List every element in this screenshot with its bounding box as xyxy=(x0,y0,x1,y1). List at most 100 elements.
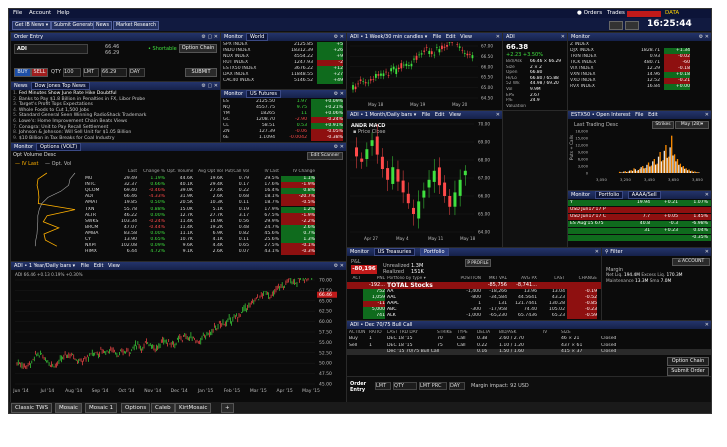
portfolio-total-row[interactable]: -192... TOTAL Stocks -85,756 -8,741... xyxy=(347,282,601,289)
tab-options[interactable]: Options xyxy=(121,403,151,413)
option-row[interactable]: INTC 32.37 0.66% 40.1K 29.4K 0.17 17.6% -1.9% xyxy=(85,182,346,189)
profile-button[interactable]: P PROFILE xyxy=(465,259,491,267)
column-header[interactable]: Put/Call Vol xyxy=(225,169,249,174)
tab-us-futures[interactable]: US Futures xyxy=(246,90,281,98)
symbol-input[interactable]: ADI xyxy=(14,44,88,54)
menu-file[interactable]: File xyxy=(635,112,643,118)
option-row[interactable]: NXPI 102.08 0.09% 9.6K 4.4K 0.65 27.5% -0.1% xyxy=(85,243,346,250)
menu-view[interactable]: View xyxy=(449,112,461,118)
combo-leg-row[interactable]: Dec '15 70/75 Bull Call 0.16 1.50 / 1.60 41… xyxy=(347,349,711,355)
menu-edit[interactable]: Edit xyxy=(94,263,104,269)
tab-us-treasuries[interactable]: US Treasuries xyxy=(373,248,416,256)
portfolio-small-row[interactable]: USD Jun17'17 C 7.7 +0.05 1.45% xyxy=(568,214,711,220)
tab-classic-tws[interactable]: Classic TWS xyxy=(11,403,53,413)
week-chart[interactable]: 67.00 66.50 66.00 65.50 65.00 64.50 May 18 May … xyxy=(347,42,502,110)
submit-order-button[interactable]: Submit Order xyxy=(667,367,709,376)
ib-news-button[interactable]: Get IB News ▾ xyxy=(12,21,52,30)
option-chain-button[interactable]: Option Chain xyxy=(667,357,709,366)
option-row[interactable]: MU 29.49 1.19% 44.6K 19.6K 0.79 29.5% 1.1% xyxy=(85,176,346,182)
order-qty[interactable]: QTY xyxy=(393,382,417,390)
portfolio-small-row[interactable]: USD Jun17'17 P xyxy=(568,207,711,213)
watchlist-row[interactable]: CAC40 INDEX 5146.52 +49 xyxy=(223,78,344,84)
sell-button[interactable]: SELL xyxy=(31,68,48,77)
option-row[interactable]: QCOM 69.40 -0.46% 39.0K 27.4K 0.22 16.4% 0.8% xyxy=(85,188,346,195)
data-link[interactable]: DATA xyxy=(665,9,679,18)
futures-row[interactable]: 6E 1.1094 -0.0042 -0.38% xyxy=(223,135,344,141)
position-row[interactable]: 741 ALK -1,000 -65,230 65.7436 65.23 -0.59 xyxy=(347,313,601,319)
account-icon[interactable] xyxy=(609,21,623,30)
portfolio-small-row[interactable]: Y 19.94 +0.21 1.07% xyxy=(568,200,711,206)
column-header[interactable]: MKT VAL xyxy=(483,276,507,281)
buy-button[interactable]: BUY xyxy=(14,68,31,77)
orders-link[interactable]: ● Orders xyxy=(577,9,602,18)
combo-leg-row[interactable]: Sell 1 DEC 18 '15 75 Call 0.22 1.10 / 1.20 437 … xyxy=(347,343,711,349)
trades-link[interactable]: Trades xyxy=(607,9,625,18)
menu-view[interactable]: View xyxy=(108,263,120,269)
option-row[interactable]: AMBA 83.58 0.00% 11.1K 6.9K 0.82 45.6% 0.7% xyxy=(85,230,346,237)
column-header[interactable]: Portfolio by type ▾ xyxy=(387,276,453,281)
portfolio-small-row[interactable]: 31 +0.23 0.04% xyxy=(568,228,711,234)
menu-file[interactable]: File xyxy=(433,34,441,40)
tab-add[interactable]: + xyxy=(221,403,234,413)
order-tif[interactable]: DAY xyxy=(449,382,465,390)
tab-caleb[interactable]: Caleb xyxy=(151,403,175,413)
news-button[interactable]: News xyxy=(93,21,112,30)
option-row[interactable]: HIMX 6.44 4.72% 9.1K 2.6K 0.07 43.1% -0.3% xyxy=(85,249,346,256)
option-row[interactable]: TXN 55.78 0.88% 15.0K 5.1K 0.19 17.9% 1.2% xyxy=(85,206,346,213)
column-header[interactable]: LAST xyxy=(539,276,565,281)
column-header[interactable]: Last xyxy=(111,169,137,174)
tab-mosaic-1[interactable]: Mosaic 1 xyxy=(85,403,118,413)
tab-dow-jones[interactable]: Dow Jones Top News xyxy=(30,82,90,90)
portfolio-small-row[interactable]: ES Aug'15 675 40.8 -0.3 -6.98% xyxy=(568,221,711,227)
tif-select[interactable]: DAY xyxy=(129,68,145,77)
column-header[interactable]: ACT xyxy=(349,276,362,281)
menu-help[interactable]: Help xyxy=(57,9,70,18)
menu-view[interactable]: View xyxy=(460,34,472,40)
option-chain-button[interactable]: Option Chain xyxy=(179,44,217,53)
account-button[interactable]: ⌂ ACCOUNT xyxy=(672,258,710,266)
tab-aaaa-sell[interactable]: AAAA/Sell xyxy=(627,191,661,199)
column-header[interactable]: Change % xyxy=(139,169,165,174)
year-chart[interactable]: 70.0067.5065.0062.5060.0057.5055.0052.50… xyxy=(11,278,346,402)
lock-icon[interactable] xyxy=(625,21,639,30)
portfolio-small-row[interactable]: -0.35% xyxy=(568,235,711,241)
menu-edit[interactable]: Edit xyxy=(435,112,445,118)
order-type-select[interactable]: LMT xyxy=(83,68,99,77)
menu-edit[interactable]: Edit xyxy=(648,112,658,118)
tab-options-volt[interactable]: Options (VOLT) xyxy=(36,143,82,151)
menu-file[interactable]: File xyxy=(422,112,430,118)
tab-kirtmosaic[interactable]: KirtMosaic xyxy=(175,403,212,413)
menu-edit[interactable]: Edit xyxy=(446,34,456,40)
tab-portfolio[interactable]: Portfolio xyxy=(419,248,449,256)
column-header[interactable]: POSITION xyxy=(455,276,481,281)
menu-file[interactable]: File xyxy=(81,263,89,269)
column-header[interactable]: AVG PX xyxy=(509,276,537,281)
combo-leg-row[interactable]: Buy 1 DEC 18 '15 70 Call 0.38 2.60 / 2.70 46 × … xyxy=(347,336,711,342)
month-chart[interactable]: 70.00 69.00 68.00 67.00 66.00 65.00 64.00 Apr 2… xyxy=(347,120,502,247)
option-row[interactable]: SWKS 103.34 -0.24% 11.4K 14.9K 0.56 29.9% -2.2% xyxy=(85,218,346,225)
column-header[interactable]: IV Last xyxy=(251,169,279,174)
tab-portfolio[interactable]: Portfolio xyxy=(594,191,624,199)
qty-input[interactable]: 100 xyxy=(63,68,81,77)
order-price[interactable]: LMT PRC xyxy=(419,382,447,390)
option-row[interactable]: ALTR 46.22 0.00% 12.7K 27.7K 3.17 67.5% -1.9% xyxy=(85,212,346,219)
order-type[interactable]: LMT xyxy=(375,382,391,390)
edit-scanner-button[interactable]: Edit Scanner xyxy=(307,152,343,160)
menu-account[interactable]: Account xyxy=(29,9,51,18)
submit-button[interactable]: SUBMIT xyxy=(185,68,217,77)
column-header[interactable]: IV Change xyxy=(281,169,315,174)
tab-world[interactable]: World xyxy=(246,33,269,41)
column-header[interactable]: CHANGE xyxy=(567,276,597,281)
price-input[interactable]: 66.29 xyxy=(101,68,127,77)
option-row[interactable]: ADI 66.46 -4.33% 31.9K 2.6K 0.68 18.1% -20.7% xyxy=(85,194,346,201)
market-research-button[interactable]: Market Research xyxy=(113,21,160,30)
option-row[interactable]: CY 13.90 0.65% 10.7K 4.1K 0.11 25.6% 1.3% xyxy=(85,237,346,243)
column-header[interactable]: Opt. Volume xyxy=(167,169,193,174)
watchlist-row[interactable]: RVX INDEX 16.84 +0.00 xyxy=(570,84,709,90)
column-header[interactable]: Avg Opt Vol xyxy=(195,169,223,174)
option-row[interactable]: BRCM 47.07 -0.44% 11.4K 19.2K 0.48 24.7% 2.6% xyxy=(85,224,346,231)
menu-file[interactable]: File xyxy=(13,9,22,18)
news-item[interactable]: 9. $10 Billion in Tax Breaks for Coal In… xyxy=(13,136,218,142)
option-row[interactable]: AMAT 19.85 0.50% 20.5K 10.3K 0.11 18.7% -0.5% xyxy=(85,200,346,207)
column-header[interactable]: PNL xyxy=(363,276,385,281)
